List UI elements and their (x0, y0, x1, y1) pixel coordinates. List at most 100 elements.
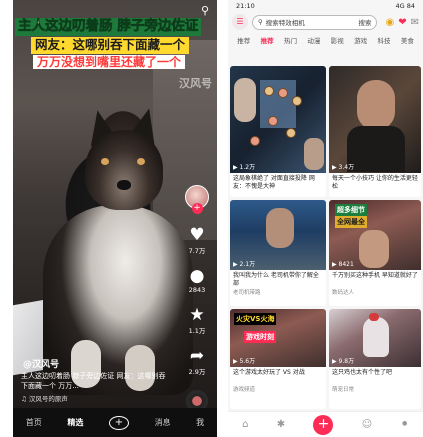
nav-create-button[interactable]: + (108, 415, 129, 430)
video-card[interactable]: 火灾VS火海 游戏时刻 ▶ 5.6万 这个游戏太好玩了 VS 对战 游戏频道 (230, 309, 326, 409)
view-count: ▶ 9.8万 (332, 358, 355, 365)
nav-home-icon[interactable]: ⌂ (242, 419, 248, 430)
person-figure (234, 78, 256, 122)
tab-tech[interactable]: 科技 (372, 35, 395, 45)
video-caption-line1: 主人这边叨着肠 脖子旁边佐证 (15, 18, 202, 36)
nav-discover-icon[interactable]: ✱ (277, 419, 285, 430)
menu-icon[interactable]: ☰ (232, 14, 248, 30)
dog-head (85, 130, 163, 210)
video-author: 老司机带路 (233, 290, 261, 296)
search-input[interactable]: ⚲ 搜索特效相机 搜索 (252, 14, 378, 30)
heart-icon: ♥ (189, 225, 205, 245)
nav-messages-icon[interactable]: ☺ (362, 419, 372, 430)
tab-movies[interactable]: 影视 (326, 35, 349, 45)
rooster-comb (369, 313, 379, 321)
video-player-screen: ⚲ 主人这边叨着肠 脖子旁边佐证 网友：这哪别吞下面藏一个 万万没想到嘴里还藏了… (13, 0, 217, 437)
thumbnail-chip: 游戏时刻 (244, 331, 276, 343)
rooster-figure (363, 317, 389, 357)
video-card[interactable]: ▶ 1.2万 这局象棋绝了 对面直接投降 网友：不愧是大神 (230, 66, 326, 197)
video-thumbnail: ▶ 9.8万 (329, 309, 421, 367)
message-icon[interactable]: ❤ (398, 17, 406, 28)
search-icon: ⚲ (258, 18, 263, 26)
video-thumbnail: ▶ 2.1万 (230, 200, 326, 270)
chess-piece (268, 116, 278, 126)
star-icon: ★ (189, 305, 205, 325)
video-title: 这局象棋绝了 对面直接投降 网友：不愧是大神 (233, 175, 315, 190)
video-author: 游戏频道 (233, 387, 256, 393)
bottom-navigation: ⌂ ✱ + ☺ ⚫ (228, 411, 423, 437)
comment-count: 2843 (188, 286, 206, 294)
tab-anime[interactable]: 动漫 (302, 35, 325, 45)
status-bar (13, 0, 217, 12)
category-tabs: 推荐 推荐 热门 动漫 影视 游戏 科技 美食 (228, 32, 423, 48)
view-count: ▶ 1.2万 (233, 164, 256, 171)
bottom-navigation: 首页 精选 + 消息 我 (13, 408, 217, 437)
nav-home[interactable]: 首页 (26, 417, 42, 428)
video-card[interactable]: ▶ 2.1万 我叫我为什么 老司机带你了解全部 老司机带路 (230, 200, 326, 306)
search-bar-row: ☰ ⚲ 搜索特效相机 搜索 ◉ ❤ ✉ (228, 12, 423, 32)
video-caption-line3: 万万没想到嘴里还藏了一个 (33, 55, 186, 69)
follow-button[interactable]: + (191, 203, 203, 214)
tab-recommend[interactable]: 推荐 (255, 35, 278, 45)
view-count: ▶ 5.6万 (233, 358, 256, 365)
comment-button[interactable]: ● 2843 (189, 267, 206, 294)
video-title: 这个游戏太好玩了 VS 对战 (233, 369, 305, 376)
nav-featured[interactable]: 精选 (67, 417, 83, 428)
tab-food[interactable]: 美食 (396, 35, 419, 45)
video-title: 我叫我为什么 老司机带你了解全部 (233, 272, 319, 287)
chess-piece (278, 88, 288, 98)
nav-create-button[interactable]: + (313, 414, 334, 435)
tab-games[interactable]: 游戏 (349, 35, 372, 45)
status-time: 21:10 (236, 2, 255, 10)
status-bar: 21:10 4G 84 (228, 0, 423, 12)
dog-body (43, 205, 193, 395)
nav-messages[interactable]: 消息 (155, 417, 171, 428)
dog-right-eye (137, 158, 145, 165)
view-count: ▶ 2.1万 (233, 261, 256, 268)
person-body (347, 126, 405, 172)
comment-icon: ● (189, 266, 205, 286)
tab-follow[interactable]: 推荐 (232, 35, 255, 45)
video-card[interactable]: ▶ 3.4万 每天一个小技巧 让你的生活更轻松 (329, 66, 421, 197)
thumbnail-chip: 超多细节 (335, 204, 367, 216)
thumbnail-chip: 全网最全 (335, 216, 367, 228)
author-name[interactable]: @汉风号 (23, 357, 59, 370)
view-count: ▶ 3.4万 (332, 164, 355, 171)
video-watermark: 汉风号 (179, 77, 212, 90)
share-count: 2.9万 (188, 368, 206, 376)
favorite-button[interactable]: ★ 1.1万 (189, 306, 206, 335)
search-button[interactable]: 搜索 (358, 17, 376, 27)
share-button[interactable]: ➦ 2.9万 (189, 347, 206, 376)
video-title: 每天一个小技巧 让你的生活更轻松 (332, 175, 418, 190)
video-card[interactable]: ▶ 9.8万 这只鸡也太有个性了吧 萌宠日常 (329, 309, 421, 409)
mail-icon[interactable]: ✉ (411, 17, 419, 28)
chess-piece (292, 96, 302, 106)
video-caption-line2: 网友：这哪别吞下面藏一个 (31, 37, 190, 54)
game-center-icon[interactable]: ◉ (385, 17, 394, 28)
tab-hot[interactable]: 热门 (279, 35, 302, 45)
chess-piece (250, 136, 260, 146)
video-title: 千万别买这种手机 早知道就好了 (332, 272, 418, 279)
person-face (357, 80, 395, 130)
search-icon[interactable]: ⚲ (201, 4, 209, 17)
share-icon: ➦ (189, 346, 205, 366)
video-card[interactable]: 超多细节 全网最全 ▶ 8421 千万别买这种手机 早知道就好了 数码达人 (329, 200, 421, 306)
video-thumbnail: 火灾VS火海 游戏时刻 ▶ 5.6万 (230, 309, 326, 367)
like-button[interactable]: ♥ 7.7万 (189, 226, 206, 255)
like-count: 7.7万 (188, 247, 206, 255)
person-figure (304, 138, 324, 170)
video-thumbnail: 超多细节 全网最全 ▶ 8421 (329, 200, 421, 270)
chess-piece (264, 86, 274, 96)
music-title[interactable]: ♫ 汉风号的原声 (21, 393, 68, 403)
video-author: 萌宠日常 (332, 387, 355, 393)
person-face (359, 230, 389, 268)
dog-nose (117, 180, 131, 190)
nav-profile[interactable]: 我 (196, 417, 204, 428)
feed-screen: 21:10 4G 84 ☰ ⚲ 搜索特效相机 搜索 ◉ ❤ ✉ 推荐 推荐 热门… (228, 0, 423, 437)
nav-profile-icon[interactable]: ⚫ (400, 419, 408, 430)
view-count: ▶ 8421 (332, 261, 354, 268)
dog-left-eye (101, 158, 109, 165)
thumbnail-chip: 火灾VS火海 (234, 313, 277, 325)
video-thumbnail: ▶ 3.4万 (329, 66, 421, 173)
video-author: 数码达人 (332, 290, 355, 296)
